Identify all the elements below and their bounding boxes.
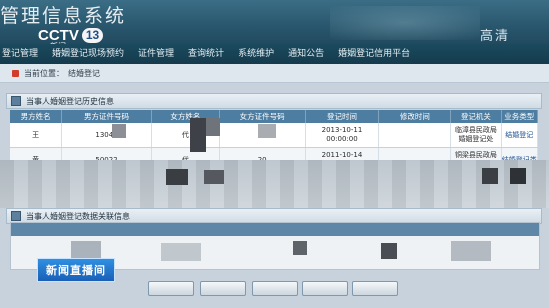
action-button-3[interactable]	[252, 281, 298, 296]
redaction-block	[451, 241, 491, 261]
action-button-2[interactable]	[200, 281, 246, 296]
redaction-block	[293, 241, 307, 255]
husband-name: 王	[10, 123, 63, 147]
redaction-block	[190, 118, 206, 152]
col-register-time: 登记时间	[306, 110, 380, 123]
app-title: 管理信息系统	[0, 5, 127, 27]
channel-number: 13	[81, 27, 104, 43]
title-bar: 管理信息系统 CCTV 13 新闻 高清	[0, 0, 549, 44]
nav-item-system[interactable]: 系统维护	[231, 44, 281, 64]
redaction-block	[258, 124, 276, 138]
nav-item-notices[interactable]: 通知公告	[281, 44, 331, 64]
location-icon	[12, 69, 19, 77]
redacted-area	[0, 160, 549, 208]
nav-item-certificates[interactable]: 证件管理	[131, 44, 181, 64]
nav-item-registration[interactable]: 登记管理	[0, 44, 45, 64]
action-buttons	[0, 281, 549, 299]
register-time: 2013-10-11 00:00:00	[306, 123, 380, 147]
breadcrumb-current: 结婚登记	[68, 68, 100, 78]
col-husband-id: 男方证件号码	[62, 110, 152, 123]
table-header-row: 男方姓名 男方证件号码 女方姓名 女方证件号码 登记时间 修改时间 登记机关 业…	[10, 110, 539, 123]
news-label: 新闻直播间	[46, 264, 106, 277]
action-button-5[interactable]	[352, 281, 398, 296]
breadcrumb-prefix: 当前位置：	[24, 68, 64, 78]
husband-id: 13042	[62, 123, 152, 147]
col-authority: 登记机关	[451, 110, 502, 123]
nav-item-appointment[interactable]: 婚姻登记现场预约	[45, 44, 131, 64]
redaction-block	[166, 169, 188, 185]
redaction-block	[161, 243, 201, 261]
redaction-block	[204, 170, 224, 184]
history-section-title: 当事人婚姻登记历史信息	[26, 96, 114, 106]
col-modify-time: 修改时间	[379, 110, 452, 123]
redaction-block	[510, 168, 526, 184]
col-husband-name: 男方姓名	[10, 110, 63, 123]
nav-item-credit-platform[interactable]: 婚姻登记信用平台	[331, 44, 417, 64]
business-type-link[interactable]: 结婚登记	[502, 123, 539, 147]
breadcrumb: 当前位置： 结婚登记	[0, 64, 549, 83]
nav-item-statistics[interactable]: 查询统计	[181, 44, 231, 64]
news-live-badge: 新闻直播间	[37, 258, 115, 282]
related-table-header	[11, 223, 539, 236]
redaction-block	[112, 124, 126, 138]
redaction-block	[482, 168, 498, 184]
col-business-type: 业务类型	[502, 110, 539, 123]
col-wife-id: 女方证件号码	[220, 110, 306, 123]
action-button-4[interactable]	[302, 281, 348, 296]
authority: 临漳县民政局 婚姻登记处	[451, 123, 502, 147]
panel-icon	[11, 211, 21, 221]
screen-glare	[330, 6, 480, 40]
modify-time	[379, 123, 452, 147]
related-section-title: 当事人婚姻登记数据关联信息	[26, 211, 130, 221]
screen: 管理信息系统 CCTV 13 新闻 高清 登记管理 婚姻登记现场预约 证件管理 …	[0, 0, 549, 308]
cctv-logo: CCTV 13	[38, 25, 104, 44]
redaction-block	[206, 118, 220, 136]
hd-badge: 高清	[480, 29, 511, 44]
main-nav: 登记管理 婚姻登记现场预约 证件管理 查询统计 系统维护 通知公告 婚姻登记信用…	[0, 44, 549, 64]
action-button-1[interactable]	[148, 281, 194, 296]
redaction-block	[381, 243, 397, 259]
panel-icon	[11, 96, 21, 106]
history-section-header: 当事人婚姻登记历史信息	[6, 93, 542, 109]
